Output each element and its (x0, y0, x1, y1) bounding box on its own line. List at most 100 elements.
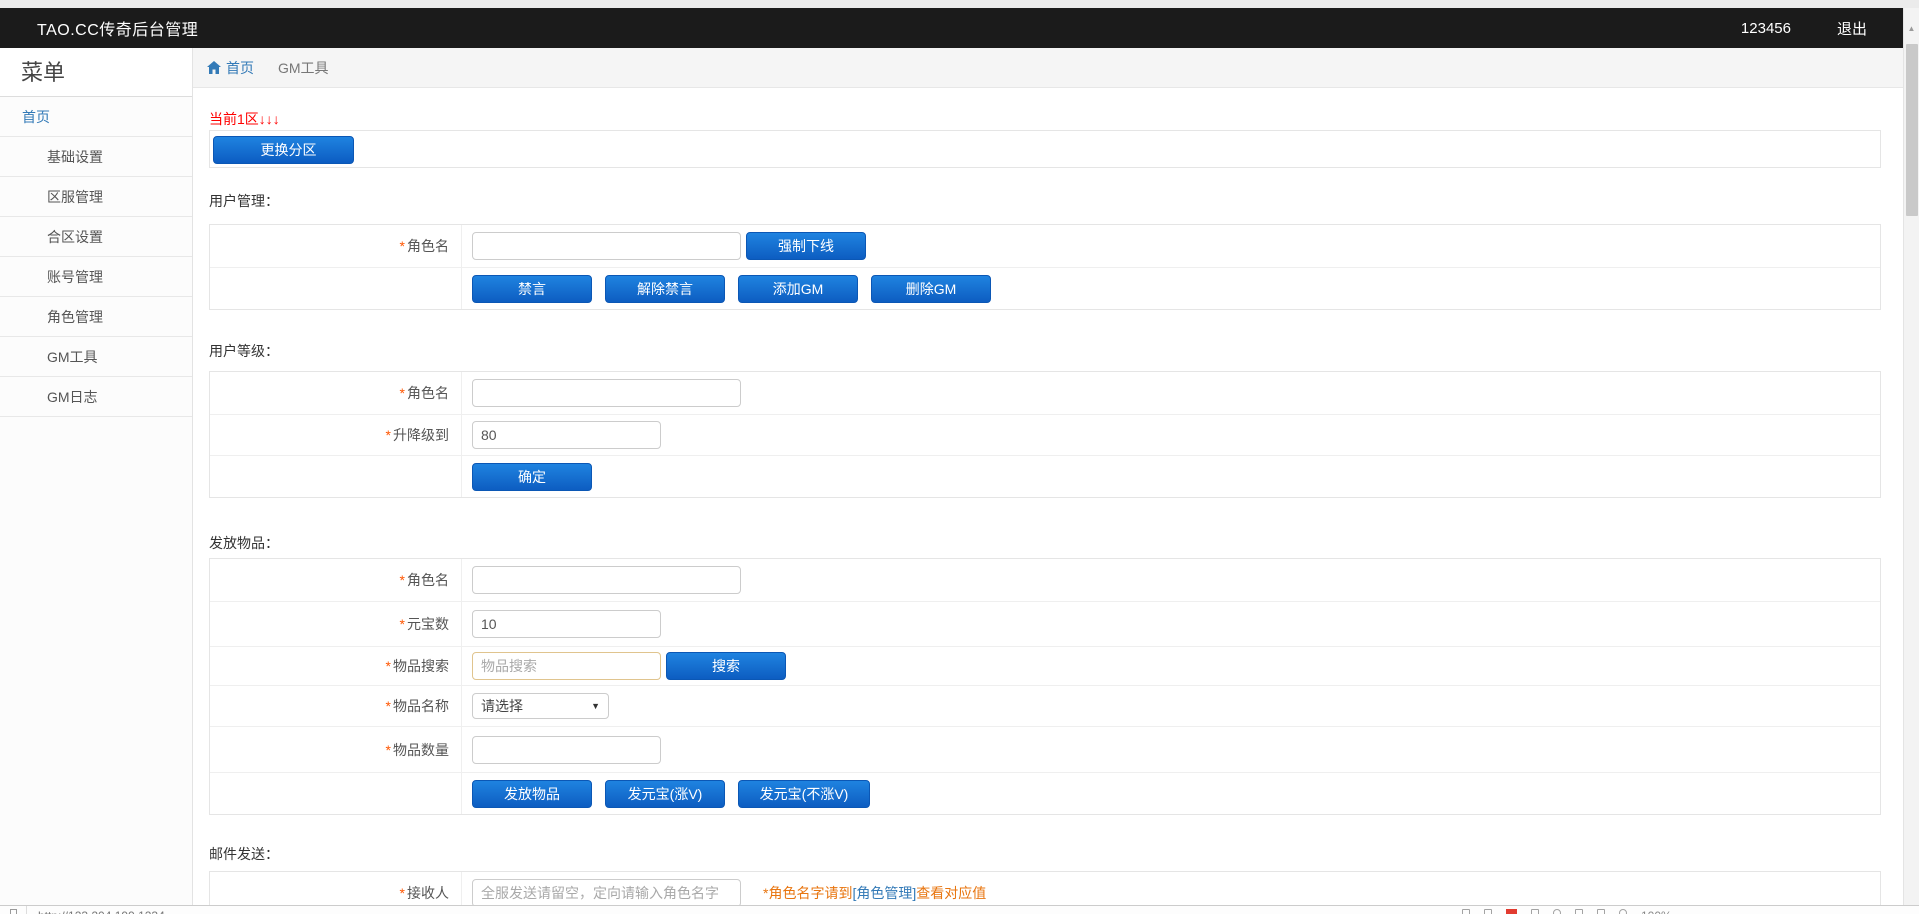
window-top-edge (0, 0, 1919, 8)
sidebar-item-basic-settings[interactable]: 基础设置 (0, 137, 192, 177)
breadcrumb: 首页 GM工具 (193, 48, 1903, 88)
field-cell: 发放物品 发元宝(涨V) 发元宝(不涨V) (462, 780, 1880, 808)
logout-link[interactable]: 退出 (1837, 18, 1867, 39)
give-yuanbao-novip-button[interactable]: 发元宝(不涨V) (738, 780, 870, 808)
message-bubble-icon[interactable] (1553, 909, 1561, 914)
divider (26, 906, 27, 914)
zone-box: 更换分区 (209, 130, 1881, 168)
give-items-table: * 角色名 * 元宝数 * 物品搜索 (209, 558, 1881, 815)
red-badge-icon[interactable] (1506, 909, 1517, 914)
role-manage-link[interactable]: [角色管理] (852, 885, 916, 901)
table-row: 发放物品 发元宝(涨V) 发元宝(不涨V) (210, 772, 1880, 814)
required-mark: * (400, 238, 405, 254)
page-scrollbar[interactable]: ▲ (1903, 8, 1919, 905)
sidebar-item-gm-log[interactable]: GM日志 (0, 377, 192, 417)
add-gm-button[interactable]: 添加GM (738, 275, 858, 303)
level-role-name-input[interactable] (472, 379, 741, 407)
home-icon (207, 61, 221, 74)
receiver-input[interactable] (472, 879, 741, 905)
mute-button[interactable]: 禁言 (472, 275, 592, 303)
field-cell (462, 566, 1880, 594)
table-row: * 升降级到 (210, 414, 1880, 455)
level-label: 升降级到 (393, 425, 449, 445)
section-title-mail: 邮件发送： (209, 844, 279, 864)
sidebar-item-account-manage[interactable]: 账号管理 (0, 257, 192, 297)
search-button[interactable]: 搜索 (666, 652, 786, 680)
table-row: 禁言 解除禁言 添加GM 删除GM (210, 267, 1880, 309)
give-role-name-input[interactable] (472, 566, 741, 594)
required-mark: * (400, 385, 405, 401)
sidebar-item-server-manage[interactable]: 区服管理 (0, 177, 192, 217)
item-search-input[interactable] (472, 652, 661, 680)
field-cell: 强制下线 (462, 232, 1880, 260)
role-name-input[interactable] (472, 232, 741, 260)
link-icon (10, 909, 17, 914)
notes-icon[interactable] (1484, 909, 1492, 914)
item-search-label: 物品搜索 (393, 656, 449, 676)
table-row: * 接收人 *角色名字请到[角色管理]查看对应值 (210, 872, 1880, 905)
table-row: * 角色名 强制下线 (210, 225, 1880, 267)
zoom-magnifier-icon[interactable] (1619, 909, 1627, 914)
status-bar-left: http://123.204.199.1234 (0, 906, 165, 914)
sidebar-item-merge-settings[interactable]: 合区设置 (0, 217, 192, 257)
table-row: * 物品搜索 搜索 (210, 646, 1880, 685)
item-qty-input[interactable] (472, 736, 661, 764)
receiver-note-suffix: 查看对应值 (916, 885, 986, 901)
required-mark: * (400, 572, 405, 588)
force-offline-button[interactable]: 强制下线 (746, 232, 866, 260)
main-content: 当前1区↓↓↓ 更换分区 用户管理： * 角色名 强制下线 禁言 (193, 88, 1903, 905)
breadcrumb-home[interactable]: 首页 (226, 58, 254, 78)
field-label: * 角色名 (210, 225, 462, 267)
scrollbar-up-icon[interactable]: ▲ (1904, 22, 1919, 36)
section-title-user-level: 用户等级： (209, 341, 279, 361)
field-cell (462, 610, 1880, 638)
item-name-select[interactable]: 请选择 ▼ (472, 693, 609, 719)
change-zone-button[interactable]: 更换分区 (213, 136, 354, 164)
field-cell: 请选择 ▼ (462, 693, 1880, 719)
account-name[interactable]: 123456 (1741, 20, 1791, 37)
item-name-label: 物品名称 (393, 696, 449, 716)
required-mark: * (386, 698, 391, 714)
section-title-user-manage: 用户管理： (209, 191, 279, 211)
sidebar-item-home[interactable]: 首页 (0, 97, 192, 137)
download-icon[interactable] (1597, 909, 1605, 914)
required-mark: * (386, 658, 391, 674)
confirm-button[interactable]: 确定 (472, 463, 592, 491)
receiver-note-prefix: *角色名字请到 (763, 885, 852, 901)
give-yuanbao-vip-button[interactable]: 发元宝(涨V) (605, 780, 725, 808)
reading-icon[interactable] (1531, 909, 1539, 914)
user-level-table: * 角色名 * 升降级到 确定 (209, 371, 1881, 498)
header-right: 123456 退出 (1741, 8, 1867, 48)
zoom-level[interactable]: 100% (1641, 909, 1672, 914)
field-label (210, 456, 462, 497)
level-value-input[interactable] (472, 421, 661, 449)
field-cell: 搜索 (462, 652, 1880, 680)
role-name-label: 角色名 (407, 383, 449, 403)
delete-gm-button[interactable]: 删除GM (871, 275, 991, 303)
sidebar: 菜单 首页 基础设置 区服管理 合区设置 账号管理 角色管理 GM工具 GM日志 (0, 48, 193, 905)
scrollbar-thumb[interactable] (1906, 44, 1918, 216)
sidebar-item-role-manage[interactable]: 角色管理 (0, 297, 192, 337)
item-name-selected-value: 请选择 (481, 696, 523, 716)
role-name-label: 角色名 (407, 236, 449, 256)
field-label: * 物品数量 (210, 727, 462, 772)
sidebar-title: 菜单 (0, 48, 192, 97)
status-bar-right: 100% (1462, 906, 1672, 914)
app-title: TAO.CC传奇后台管理 (37, 16, 198, 40)
app-header: TAO.CC传奇后台管理 123456 退出 (0, 8, 1919, 48)
table-row: * 角色名 (210, 372, 1880, 414)
yuanbao-input[interactable] (472, 610, 661, 638)
receiver-label: 接收人 (407, 883, 449, 903)
sidebar-item-gm-tools[interactable]: GM工具 (0, 337, 192, 377)
unmute-button[interactable]: 解除禁言 (605, 275, 725, 303)
field-cell (462, 736, 1880, 764)
give-items-button[interactable]: 发放物品 (472, 780, 592, 808)
receiver-note: *角色名字请到[角色管理]查看对应值 (763, 883, 986, 903)
table-row: * 物品名称 请选择 ▼ (210, 685, 1880, 726)
screenshot-icon[interactable] (1462, 909, 1470, 914)
speaker-icon[interactable] (1575, 909, 1583, 914)
field-cell: 禁言 解除禁言 添加GM 删除GM (462, 275, 1880, 303)
user-manage-table: * 角色名 强制下线 禁言 解除禁言 添加GM 删除GM (209, 224, 1881, 310)
role-name-label: 角色名 (407, 570, 449, 590)
field-label: * 角色名 (210, 559, 462, 601)
